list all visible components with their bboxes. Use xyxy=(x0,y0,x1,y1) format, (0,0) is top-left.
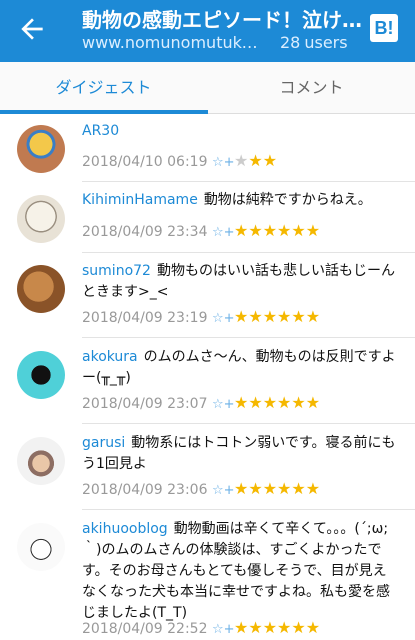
comment-content: akihuooblog 動物動画は辛くて辛くて。。。(´;ω;｀)のムのムさんの体… xyxy=(82,519,400,624)
users-count[interactable]: 28 users xyxy=(280,33,352,52)
active-tab-indicator xyxy=(0,110,208,114)
star-icon: ★ xyxy=(277,393,292,412)
star-icon: ★ xyxy=(277,618,292,637)
star-icon: ★ xyxy=(234,221,249,240)
star-rating: ★★★★★★ xyxy=(234,479,320,498)
comment-date: 2018/04/09 23:06 xyxy=(82,482,208,498)
star-icon: ★ xyxy=(248,393,263,412)
avatar[interactable] xyxy=(17,523,65,571)
add-star-icon[interactable]: ☆+ xyxy=(212,622,235,637)
avatar[interactable] xyxy=(17,195,65,243)
divider xyxy=(82,337,415,338)
comment-meta: 2018/04/09 23:07 ☆+★★★★★★ xyxy=(82,393,320,413)
star-icon: ★ xyxy=(305,618,321,637)
comment-content: akokura のムのムさ〜ん、動物ものは反則ですよー(╥_╥) xyxy=(82,347,400,389)
tab-comments[interactable]: コメント xyxy=(208,62,415,114)
star-icon: ★ xyxy=(262,151,278,170)
star-icon: ★ xyxy=(248,151,263,170)
comment-username[interactable]: akihuooblog xyxy=(82,521,168,537)
avatar[interactable] xyxy=(17,265,65,313)
star-icon: ★ xyxy=(262,618,278,637)
star-icon: ★ xyxy=(262,221,278,240)
comment-username[interactable]: KihiminHamame xyxy=(82,192,198,208)
comment-meta: 2018/04/10 06:19 ☆+★★★ xyxy=(82,151,277,171)
comment-content: AR30 xyxy=(82,121,400,142)
comment-username[interactable]: garusi xyxy=(82,435,125,451)
comment-username[interactable]: sumino72 xyxy=(82,263,151,279)
star-icon: ★ xyxy=(248,221,263,240)
avatar[interactable] xyxy=(17,125,65,173)
divider xyxy=(82,181,415,182)
avatar[interactable] xyxy=(17,437,65,485)
users-count-number: 28 xyxy=(280,33,301,52)
star-icon: ★ xyxy=(277,307,292,326)
page-title: 動物の感動エピソード！泣ける話・犬・猫 xyxy=(82,8,362,32)
comment-username[interactable]: akokura xyxy=(82,349,138,365)
comment-content: KihiminHamame 動物は純粋ですからねえ。 xyxy=(82,190,400,211)
back-arrow-icon[interactable] xyxy=(16,13,48,45)
comment-meta: 2018/04/09 22:52 ☆+★★★★★★ xyxy=(82,618,320,638)
add-star-icon[interactable]: ☆+ xyxy=(212,225,235,240)
comment-meta: 2018/04/09 23:34 ☆+★★★★★★ xyxy=(82,221,320,241)
star-rating: ★★★★★★ xyxy=(234,393,320,412)
star-icon: ★ xyxy=(277,479,292,498)
star-icon: ★ xyxy=(248,479,263,498)
star-rating: ★★★★★★ xyxy=(234,618,320,637)
add-star-icon[interactable]: ☆+ xyxy=(212,311,235,326)
divider xyxy=(82,252,415,253)
star-icon: ★ xyxy=(234,618,249,637)
star-icon: ★ xyxy=(234,151,249,170)
tab-bar: ダイジェスト コメント xyxy=(0,62,415,114)
star-icon: ★ xyxy=(248,618,263,637)
comment-content: garusi 動物系にはトコトン弱いです。寝る前にもう1回見よ xyxy=(82,433,400,475)
star-icon: ★ xyxy=(262,479,278,498)
star-rating: ★★★ xyxy=(234,151,277,170)
comment-list[interactable]: AR30 2018/04/10 06:19 ☆+★★★ KihiminHamame 動物… xyxy=(0,115,415,640)
star-icon: ★ xyxy=(291,479,306,498)
star-icon: ★ xyxy=(305,393,321,412)
star-icon: ★ xyxy=(291,221,306,240)
page-url[interactable]: www.nomunomutukai.com xyxy=(82,33,262,52)
star-icon: ★ xyxy=(291,618,306,637)
comment-date: 2018/04/09 23:07 xyxy=(82,396,208,412)
star-icon: ★ xyxy=(305,307,321,326)
star-icon: ★ xyxy=(277,221,292,240)
users-count-label: users xyxy=(304,33,348,52)
avatar[interactable] xyxy=(17,351,65,399)
add-star-icon[interactable]: ☆+ xyxy=(212,155,235,170)
star-icon: ★ xyxy=(262,393,278,412)
star-icon: ★ xyxy=(291,393,306,412)
star-rating: ★★★★★★ xyxy=(234,221,320,240)
comment-text: 動物系にはトコトン弱いです。寝る前にもう1回見よ xyxy=(82,435,396,472)
comment-text: 動物は純粋ですからねえ。 xyxy=(203,192,372,208)
star-icon: ★ xyxy=(234,307,249,326)
comment-date: 2018/04/09 23:34 xyxy=(82,224,208,240)
add-star-icon[interactable]: ☆+ xyxy=(212,397,235,412)
divider xyxy=(82,509,415,510)
star-icon: ★ xyxy=(248,307,263,326)
star-icon: ★ xyxy=(262,307,278,326)
divider xyxy=(82,423,415,424)
add-star-icon[interactable]: ☆+ xyxy=(212,483,235,498)
comment-date: 2018/04/09 23:19 xyxy=(82,310,208,326)
star-icon: ★ xyxy=(234,479,249,498)
star-rating: ★★★★★★ xyxy=(234,307,320,326)
comment-meta: 2018/04/09 23:19 ☆+★★★★★★ xyxy=(82,307,320,327)
star-icon: ★ xyxy=(234,393,249,412)
star-icon: ★ xyxy=(305,479,321,498)
tab-digest[interactable]: ダイジェスト xyxy=(0,62,207,114)
comment-username[interactable]: AR30 xyxy=(82,123,119,139)
comment-date: 2018/04/09 22:52 xyxy=(82,621,208,637)
star-icon: ★ xyxy=(305,221,321,240)
comment-content: sumino72 動物ものはいい話も悲しい話もじーんときます>_< xyxy=(82,261,400,303)
comment-date: 2018/04/10 06:19 xyxy=(82,154,208,170)
app-bar: 動物の感動エピソード！泣ける話・犬・猫 www.nomunomutukai.co… xyxy=(0,0,415,62)
comment-meta: 2018/04/09 23:06 ☆+★★★★★★ xyxy=(82,479,320,499)
hatena-bookmark-button[interactable]: B! xyxy=(370,14,398,42)
star-icon: ★ xyxy=(291,307,306,326)
